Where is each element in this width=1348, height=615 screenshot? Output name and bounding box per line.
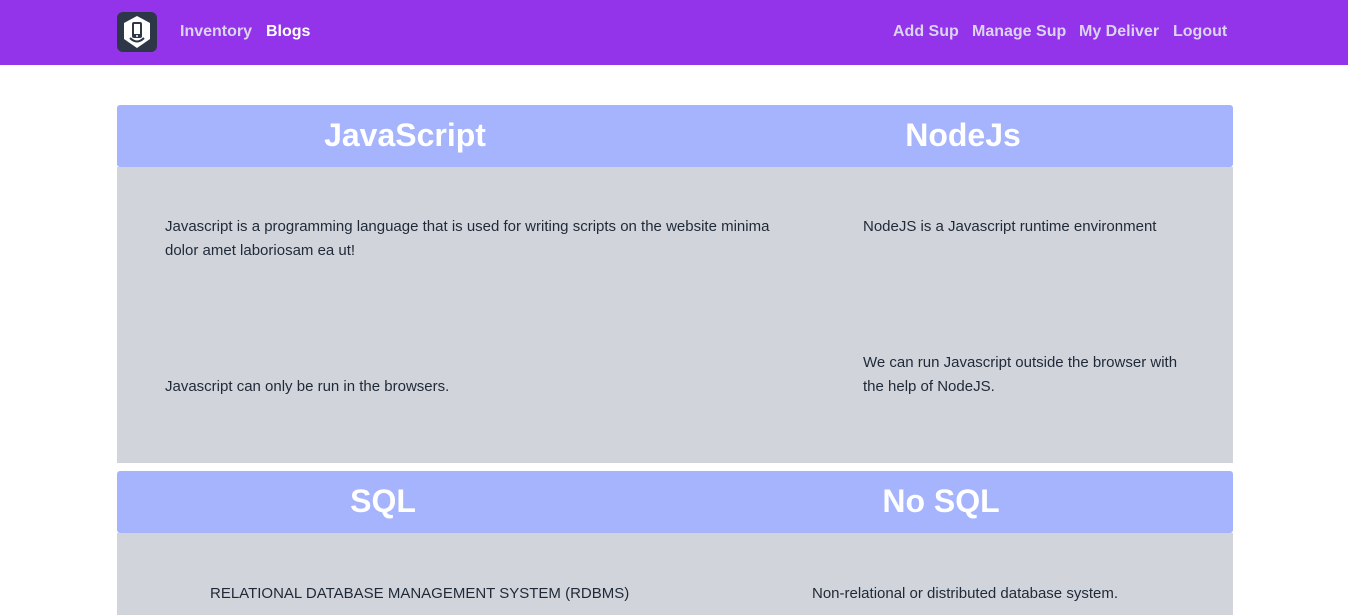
nav-link-manage-sup[interactable]: Manage Sup (972, 22, 1066, 42)
nav-link-add-sup[interactable]: Add Sup (893, 22, 959, 42)
card-header: SQL No SQL (117, 471, 1233, 533)
nav-link-inventory[interactable]: Inventory (180, 22, 252, 42)
card-body: Javascript is a programming language tha… (117, 167, 1233, 463)
card-right-point: We can run Javascript outside the browse… (863, 354, 1178, 395)
nav-link-blogs[interactable]: Blogs (266, 22, 310, 42)
card-left-point: Javascript is a programming language tha… (165, 218, 770, 259)
card-body: RELATIONAL DATABASE MANAGEMENT SYSTEM (R… (117, 533, 1233, 615)
nav-link-my-deliver[interactable]: My Deliver (1079, 22, 1159, 42)
logo-icon[interactable] (117, 12, 157, 52)
card-left-point: Javascript can only be run in the browse… (165, 378, 450, 395)
card-right-point: NodeJS is a Javascript runtime environme… (863, 218, 1157, 235)
phone-shield-icon (124, 16, 150, 48)
nav-link-logout[interactable]: Logout (1173, 22, 1227, 42)
card-left-point: RELATIONAL DATABASE MANAGEMENT SYSTEM (R… (210, 585, 630, 602)
card-right-point: Non-relational or distributed database s… (812, 585, 1118, 602)
card-title-right: NodeJs (905, 117, 1021, 153)
top-navbar: Inventory Blogs Add Sup Manage Sup My De… (0, 0, 1348, 65)
card-title-left: JavaScript (324, 117, 486, 153)
card-title-right: No SQL (882, 483, 1000, 519)
card-title-left: SQL (350, 483, 416, 519)
card-header: JavaScript NodeJs (117, 105, 1233, 167)
